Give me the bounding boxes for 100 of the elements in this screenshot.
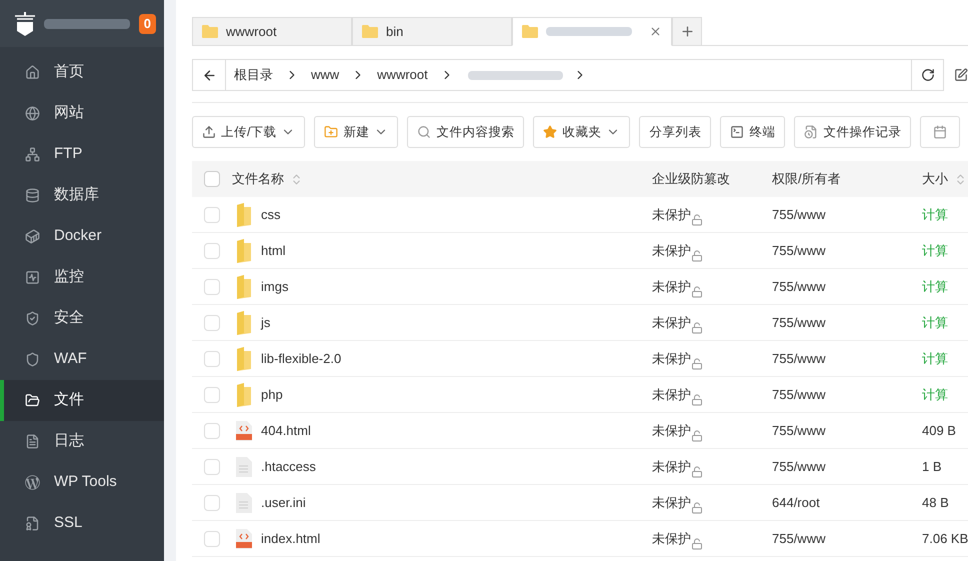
- breadcrumb-link[interactable]: wwwroot: [369, 65, 436, 85]
- sidebar-item[interactable]: Docker: [0, 216, 164, 257]
- terminal-icon: [730, 125, 744, 139]
- sidebar-item[interactable]: SSL: [0, 503, 164, 544]
- close-icon[interactable]: [649, 25, 662, 38]
- unlock-icon[interactable]: [691, 430, 703, 442]
- row-checkbox[interactable]: [204, 278, 220, 294]
- folder-icon: [236, 346, 252, 370]
- breadcrumb-link[interactable]: www: [303, 65, 348, 85]
- toolbar-button[interactable]: 文件内容搜索: [407, 116, 524, 148]
- select-all-checkbox[interactable]: [204, 171, 220, 187]
- file-row[interactable]: js 未保护 755/www 计算: [192, 305, 968, 341]
- file-name[interactable]: .htaccess: [261, 456, 316, 476]
- globe-icon: [25, 106, 40, 121]
- certificate-icon: [25, 516, 40, 531]
- unlock-icon[interactable]: [691, 466, 703, 478]
- sidebar-item[interactable]: 网站: [0, 93, 164, 134]
- column-header[interactable]: 大小: [922, 169, 948, 189]
- row-checkbox[interactable]: [204, 242, 220, 258]
- row-checkbox[interactable]: [204, 422, 220, 438]
- column-header[interactable]: 企业级防篡改: [652, 169, 730, 189]
- row-checkbox[interactable]: [204, 494, 220, 510]
- file-name[interactable]: php: [261, 384, 283, 404]
- row-checkbox[interactable]: [204, 530, 220, 546]
- file-row[interactable]: css 未保护 755/www 计算: [192, 197, 968, 233]
- row-checkbox[interactable]: [204, 386, 220, 402]
- new-tab-button[interactable]: [672, 17, 702, 46]
- file-name[interactable]: 404.html: [261, 420, 311, 440]
- toolbar-button[interactable]: 分享列表: [639, 116, 712, 148]
- row-checkbox[interactable]: [204, 314, 220, 330]
- file-name[interactable]: lib-flexible-2.0: [261, 348, 342, 368]
- unlock-icon[interactable]: [691, 250, 703, 262]
- toolbar-button[interactable]: 文件操作记录: [794, 116, 912, 148]
- file-row[interactable]: .user.ini 未保护 644/root 48 B: [192, 485, 968, 521]
- unlock-icon[interactable]: [691, 502, 703, 514]
- protection-status: 未保护: [652, 242, 691, 260]
- folder-tab[interactable]: bin: [352, 17, 512, 46]
- network-icon: [25, 147, 40, 162]
- file-row[interactable]: php 未保护 755/www 计算: [192, 377, 968, 413]
- file-row[interactable]: index.html 未保护 755/www 7.06 KB: [192, 521, 968, 557]
- file-name[interactable]: js: [261, 312, 270, 332]
- file-name[interactable]: css: [261, 204, 280, 224]
- sidebar-item[interactable]: 数据库: [0, 175, 164, 216]
- edit-icon[interactable]: [954, 68, 968, 82]
- row-checkbox[interactable]: [204, 458, 220, 474]
- upload-icon: [202, 125, 216, 139]
- file-size: 1 B: [922, 458, 942, 476]
- file-size: 409 B: [922, 422, 956, 440]
- calendar-icon: [933, 125, 948, 139]
- html-file-icon: [236, 420, 252, 440]
- unlock-icon[interactable]: [691, 358, 703, 370]
- file-row[interactable]: 404.html 未保护 755/www 409 B: [192, 413, 968, 449]
- permission-owner: 755/www: [772, 422, 826, 440]
- sidebar-item[interactable]: 文件: [0, 380, 164, 421]
- sidebar-item[interactable]: FTP: [0, 134, 164, 175]
- unlock-icon[interactable]: [691, 322, 703, 334]
- sidebar-item[interactable]: WP Tools: [0, 462, 164, 503]
- unlock-icon[interactable]: [691, 538, 703, 550]
- permission-owner: 755/www: [772, 350, 826, 368]
- sidebar-item[interactable]: WAF: [0, 339, 164, 380]
- sidebar-item[interactable]: 监控: [0, 257, 164, 298]
- file-name[interactable]: imgs: [261, 276, 288, 296]
- unlock-icon[interactable]: [691, 286, 703, 298]
- breadcrumb-link[interactable]: 根目录: [226, 65, 281, 85]
- file-row[interactable]: imgs 未保护 755/www 计算: [192, 269, 968, 305]
- file-row[interactable]: .htaccess 未保护 755/www 1 B: [192, 449, 968, 485]
- permission-owner: 755/www: [772, 242, 826, 260]
- refresh-icon: [920, 68, 934, 82]
- toolbar-button[interactable]: [920, 116, 960, 148]
- row-checkbox[interactable]: [204, 350, 220, 366]
- sidebar-item[interactable]: 首页: [0, 52, 164, 93]
- file-name[interactable]: html: [261, 240, 286, 260]
- file-row[interactable]: lib-flexible-2.0 未保护 755/www 计算: [192, 341, 968, 377]
- document-icon: [25, 434, 40, 449]
- chart-icon: [25, 270, 40, 285]
- column-header[interactable]: 权限/所有者: [772, 169, 841, 189]
- protection-status: 未保护: [652, 314, 691, 332]
- file-size: 48 B: [922, 494, 949, 512]
- toolbar-button[interactable]: 收藏夹: [533, 116, 630, 148]
- folder-icon: [236, 310, 252, 334]
- unlock-icon[interactable]: [691, 214, 703, 226]
- shield-check-icon: [25, 311, 40, 326]
- toolbar-button[interactable]: 终端: [720, 116, 786, 148]
- file-row[interactable]: html 未保护 755/www 计算: [192, 233, 968, 269]
- row-checkbox[interactable]: [204, 206, 220, 222]
- sidebar-item[interactable]: 安全: [0, 298, 164, 339]
- file-name[interactable]: .user.ini: [261, 492, 306, 512]
- sidebar-item[interactable]: 日志: [0, 421, 164, 462]
- folder-tab[interactable]: wwwroot: [192, 17, 352, 46]
- permission-owner: 755/www: [772, 458, 826, 476]
- file-name[interactable]: index.html: [261, 528, 320, 548]
- text-file-icon: [236, 492, 252, 512]
- toolbar-button[interactable]: 上传/下载: [192, 116, 306, 148]
- search-icon: [417, 125, 432, 139]
- unlock-icon[interactable]: [691, 394, 703, 406]
- text-file-icon: [236, 456, 252, 476]
- column-header[interactable]: 文件名称: [232, 169, 284, 189]
- shield-icon: [25, 352, 40, 367]
- toolbar-button[interactable]: 新建: [314, 116, 398, 148]
- protection-status: 未保护: [652, 530, 691, 548]
